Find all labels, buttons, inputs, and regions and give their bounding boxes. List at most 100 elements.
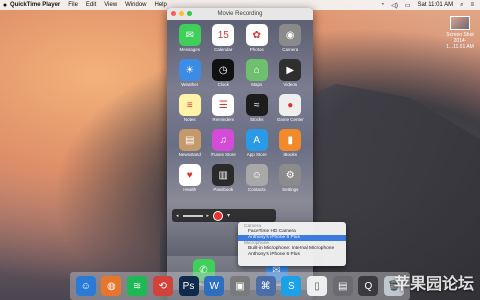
game-center-icon: ● [279, 94, 302, 116]
menu-file[interactable]: File [68, 2, 78, 8]
app-label: Photos [249, 47, 264, 52]
app-notes[interactable]: ≡ Notes [173, 94, 207, 122]
traffic-lights [171, 11, 192, 16]
record-button[interactable] [213, 210, 224, 221]
videos-icon: ▶ [279, 59, 302, 81]
finder-icon[interactable]: ☺ [75, 276, 96, 296]
health-icon: ♥ [178, 164, 201, 186]
app-label: Passbook [213, 187, 234, 192]
app-passbook[interactable]: ▥ Passbook [207, 164, 241, 192]
app-label: Stocks [249, 117, 264, 122]
screenshot-thumbnail [450, 16, 470, 30]
document-icon[interactable]: ▯ [307, 276, 328, 296]
app-ibooks[interactable]: ▮ iBooks [274, 129, 308, 157]
app-label: Settings [282, 187, 299, 192]
desktop-screenshot-file[interactable]: Screen Shot 2014-1...11.01 AM [445, 16, 475, 50]
ibooks-icon: ▮ [279, 129, 302, 151]
app-store-icon: A [245, 129, 268, 151]
preview-icon[interactable]: ▣ [229, 276, 250, 296]
app-label: Maps [251, 82, 263, 87]
app-messages[interactable]: ✉ Messages [173, 24, 207, 52]
stocks-icon: ≈ [245, 94, 268, 116]
maps-icon: ⌂ [245, 59, 268, 81]
app-contacts[interactable]: ☺ Contacts [240, 164, 274, 192]
app-reminders[interactable]: ☰ Reminders [207, 94, 241, 122]
camera-icon: ◉ [279, 24, 302, 46]
skype-icon[interactable]: S [281, 276, 302, 296]
app-clock[interactable]: ◷ Clock [207, 59, 241, 87]
options-chevron-icon[interactable]: ▾ [227, 212, 230, 219]
volume-icon[interactable]: ◁) [391, 2, 398, 9]
app-label: Health [183, 187, 197, 192]
screenshot-date: 2014-1...11.01 AM [446, 38, 474, 50]
app-stocks[interactable]: ≈ Stocks [240, 94, 274, 122]
app-menu[interactable]: QuickTime Player [10, 2, 60, 8]
mic-option-iphone[interactable]: Anthony's iPhone 6 Plus [238, 252, 346, 258]
clock[interactable]: Sat 11:01 AM [418, 2, 454, 8]
app-label: Messages [179, 47, 200, 52]
app-camera[interactable]: ◉ Camera [274, 24, 308, 52]
menu-window[interactable]: Window [125, 2, 146, 8]
close-button[interactable] [171, 11, 176, 16]
app-game-center[interactable]: ● Game Center [274, 94, 308, 122]
recording-options-menu: Camera FaceTime HD Camera Anthony's iPho… [238, 222, 346, 266]
app-app-store[interactable]: A App Store [240, 129, 274, 157]
mute-icon[interactable]: ◂ [176, 213, 179, 219]
volume-slider[interactable] [182, 214, 203, 217]
app-label: iTunes Store [210, 152, 236, 157]
app-label: iBooks [283, 152, 297, 157]
settings-icon: ⚙ [279, 164, 302, 186]
app-weather[interactable]: ☀ Weather [173, 59, 207, 87]
app-grid: ✉ Messages 15 Calendar ✿ Photos ◉ Camera ☀ Weathe… [173, 24, 307, 192]
app-label: Weather [181, 82, 199, 87]
app-icon[interactable]: ⟲ [152, 276, 173, 296]
menu-view[interactable]: View [104, 2, 117, 8]
app-itunes-store[interactable]: ♫ iTunes Store [207, 129, 241, 157]
app-label: Camera [282, 47, 299, 52]
list-icon[interactable]: ≡ [470, 2, 474, 8]
spotify-icon[interactable]: ≋ [127, 276, 148, 296]
window-titlebar[interactable]: Movie Recording [167, 8, 313, 20]
menu-help[interactable]: Help [155, 2, 167, 8]
window-title: Movie Recording [217, 11, 263, 17]
app-label: Calendar [214, 47, 233, 52]
app-label: Reminders [212, 117, 235, 122]
app-health[interactable]: ♥ Health [173, 164, 207, 192]
contacts-icon: ☺ [245, 164, 268, 186]
volume-icon[interactable]: ▸ [207, 213, 210, 219]
battery-icon[interactable]: ▭ [405, 2, 411, 9]
recording-controls: ◂ ▸ ▾ [172, 209, 276, 222]
app-icon[interactable]: ⌘ [255, 276, 276, 296]
quicktime-icon[interactable]: Q [358, 276, 379, 296]
apple-menu-icon[interactable]: ● [0, 2, 10, 9]
mac-dock: ☺ ◍ ≋ ⟲ Ps W ▣ ⌘ S ▯ ▤ Q 🗑 [70, 272, 410, 300]
app-calendar[interactable]: 15 Calendar [207, 24, 241, 52]
word-icon[interactable]: W [204, 276, 225, 296]
app-label: Newsstand [178, 152, 201, 157]
archive-icon[interactable]: ▤ [332, 276, 353, 296]
clock-icon: ◷ [212, 59, 235, 81]
newsstand-icon: ▤ [178, 129, 201, 151]
zoom-button[interactable] [187, 11, 192, 16]
menu-edit[interactable]: Edit [86, 2, 96, 8]
app-newsstand[interactable]: ▤ Newsstand [173, 129, 207, 157]
calendar-icon: 15 [212, 24, 235, 46]
wifi-icon[interactable]: ◔ [381, 2, 385, 8]
app-label: Game Center [276, 117, 304, 122]
search-icon[interactable]: ⌕ [460, 2, 463, 9]
app-label: App Store [246, 152, 267, 157]
app-maps[interactable]: ⌂ Maps [240, 59, 274, 87]
watermark: 苹果园论坛 [393, 276, 474, 293]
app-photos[interactable]: ✿ Photos [240, 24, 274, 52]
app-videos[interactable]: ▶ Videos [274, 59, 308, 87]
app-label: Videos [283, 82, 298, 87]
app-label: Contacts [247, 187, 266, 192]
minimize-button[interactable] [179, 11, 184, 16]
app-settings[interactable]: ⚙ Settings [274, 164, 308, 192]
app-label: Notes [183, 117, 196, 122]
passbook-icon: ▥ [212, 164, 235, 186]
photoshop-icon[interactable]: Ps [178, 276, 199, 296]
menu-extras: ◔ ◁) ▭ Sat 11:01 AM ⌕ ≡ [381, 0, 474, 10]
app-label: Clock [217, 82, 229, 87]
firefox-icon[interactable]: ◍ [101, 276, 122, 296]
